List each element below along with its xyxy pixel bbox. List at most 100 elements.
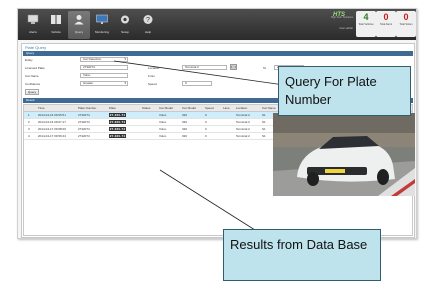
column-header-time: Time (38, 106, 45, 110)
toolbar-monitoring[interactable]: Monitoring (91, 11, 113, 39)
plate-image: 27-320-74 (109, 120, 126, 124)
row-index: 3 (28, 127, 30, 131)
row-location: Terminal 2 (236, 113, 250, 117)
toolbar-setup-label: Setup (121, 30, 129, 34)
row-location: Terminal 2 (236, 134, 250, 138)
person-icon (74, 15, 84, 25)
counter-value: 4 (363, 12, 369, 22)
plate-image: 27-320-74 (109, 113, 126, 117)
column-header-speed: Speed (205, 106, 214, 110)
counter-total-vehicles: 4 Total Vehicles (356, 11, 376, 37)
counter-label: Total Alerts (379, 23, 393, 26)
toolbar-vehicle[interactable]: Vehicle (45, 11, 67, 39)
toolbar-alerts[interactable]: Alerts (22, 11, 44, 39)
to-label: To (263, 66, 267, 70)
row-plate-number: 2732074 (78, 113, 90, 117)
plate-image: 27-320-74 (109, 134, 126, 138)
row-time: 2014-04-16 09:05:51 (38, 113, 66, 117)
car-image (273, 113, 415, 196)
toolbar-help-label: Help (144, 30, 152, 34)
book-icon (51, 15, 61, 24)
row-plate-number: 2732074 (78, 127, 90, 131)
gear-icon (121, 15, 129, 24)
row-car-code: 320 (182, 134, 188, 138)
row-speed: 0 (205, 120, 207, 124)
location-picker-button[interactable] (230, 64, 237, 70)
row-car-name: S1 (262, 113, 266, 117)
monitor-icon (27, 14, 39, 24)
row-car-code: 320 (182, 120, 188, 124)
column-header-status: Status (142, 106, 151, 110)
counter-label: Total Stolen (399, 23, 413, 26)
row-speed: 0 (205, 113, 207, 117)
row-car-name: S1 (262, 134, 266, 138)
toolbar-alerts-label: Alerts (29, 30, 37, 34)
plate-image: 27-320-74 (109, 127, 126, 131)
panel-title: Plate Query (25, 45, 47, 50)
user-label: User: admin (339, 27, 353, 30)
car-name-input[interactable]: Volvo (80, 73, 128, 78)
row-car-make: Volvo (159, 113, 167, 117)
entity-select[interactable]: Car Detection ▾ (80, 57, 128, 62)
speed-input[interactable]: 0 (182, 81, 212, 86)
brand-subtitle: High-Tech Solutions (330, 16, 353, 19)
toolbar-vehicle-label: Vehicle (51, 30, 61, 34)
toolbar-help[interactable]: ? Help (137, 11, 159, 39)
column-header-lane: Lane (223, 106, 230, 110)
row-location: Terminal 2 (236, 127, 250, 131)
entity-select-value: Car Detection (83, 57, 102, 61)
row-location: Terminal 2 (236, 120, 250, 124)
row-car-make: Volvo (159, 127, 167, 131)
row-car-make: Volvo (159, 134, 167, 138)
toolbar-query[interactable]: Query (68, 11, 90, 39)
link-icon (231, 65, 236, 69)
row-plate-number: 2732074 (78, 134, 90, 138)
counter-value: 0 (383, 12, 389, 22)
confidence-select[interactable]: Greater ▾ (80, 81, 128, 86)
row-time: 2014-04-16 09:07:17 (38, 120, 66, 124)
confidence-select-value: Greater (83, 81, 94, 85)
row-car-name: S1 (262, 120, 266, 124)
car-name-label: Car Name (25, 74, 39, 78)
callout-results: Results from Data Base (223, 229, 381, 281)
from-label: From (148, 74, 155, 78)
counter-total-stolen: 0 Total Stolen (396, 11, 416, 37)
row-speed: 0 (205, 134, 207, 138)
vehicle-photo (273, 113, 415, 196)
column-header-car-model: Car Model (159, 106, 173, 110)
licensed-plate-label: Licensed Plate (25, 66, 45, 70)
column-header-location: Location (236, 106, 248, 110)
row-car-name: S1 (262, 127, 266, 131)
counter-label: Total Vehicles (358, 23, 374, 26)
row-plate-number: 2732074 (78, 120, 90, 124)
row-index: 2 (28, 120, 30, 124)
row-car-make: Volvo (159, 120, 167, 124)
confidence-label: Confidence (25, 82, 41, 86)
chevron-down-icon: ▾ (124, 81, 126, 85)
row-index: 1 (28, 113, 30, 117)
brand-area: HTS High-Tech Solutions User: admin (291, 12, 353, 36)
toolbar-query-label: Query (74, 30, 84, 34)
svg-text:?: ? (146, 17, 150, 24)
column-header-car-model-2: Car Model (182, 106, 196, 110)
location-input[interactable]: Terminal 2 (182, 65, 227, 70)
row-speed: 0 (205, 127, 207, 131)
row-time: 2014-04-17 09:58:09 (38, 127, 66, 131)
speed-label: Speed (148, 82, 157, 86)
row-index: 4 (28, 134, 30, 138)
query-button[interactable]: Query (25, 89, 39, 95)
counter-value: 0 (403, 12, 409, 22)
toolbar-setup[interactable]: Setup (114, 11, 136, 39)
callout-query: Query For Plate Number (278, 66, 411, 116)
licensed-plate-input[interactable]: 2732074 (80, 65, 128, 70)
main-toolbar: Alerts Vehicle Query Monitoring Setup ? … (18, 9, 416, 40)
counter-total-alerts: 0 Total Alerts (376, 11, 396, 37)
display-icon (96, 14, 108, 24)
help-icon: ? (143, 15, 153, 24)
row-car-code: 320 (182, 113, 188, 117)
location-label: Location (148, 66, 160, 70)
column-header-car-name: Car Name (262, 106, 276, 110)
toolbar-monitoring-label: Monitoring (94, 30, 109, 34)
row-time: 2014-04-17 09:59:44 (38, 134, 66, 138)
row-car-code: 320 (182, 127, 188, 131)
